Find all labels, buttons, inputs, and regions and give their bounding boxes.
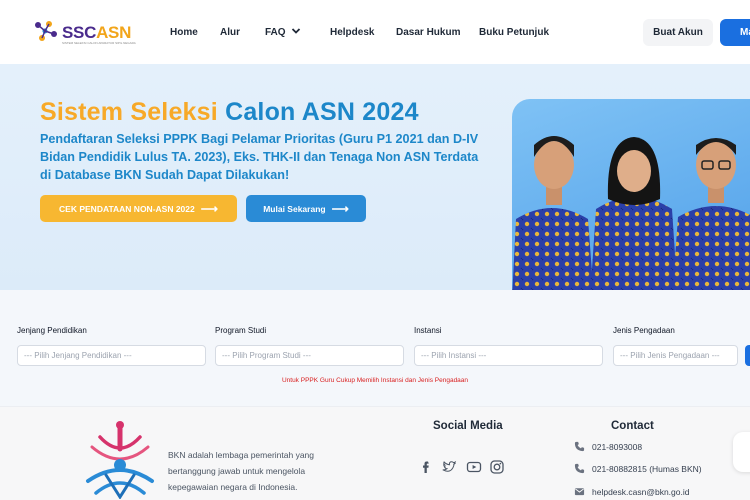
filter-note: Untuk PPPK Guru Cukup Memilih Instansi d… xyxy=(281,377,469,384)
nav-home[interactable]: Home xyxy=(170,27,198,38)
contact-phone-2[interactable]: 021-80882815 (Humas BKN) xyxy=(592,464,702,474)
hero-photo xyxy=(512,99,750,290)
sscasn-logo-icon xyxy=(35,21,57,41)
phone-icon xyxy=(574,441,585,452)
youtube-icon[interactable] xyxy=(466,459,482,475)
masuk-button[interactable]: Ma xyxy=(720,19,750,46)
prodi-select[interactable]: --- Pilih Program Studi --- xyxy=(215,345,404,366)
floating-side-card[interactable] xyxy=(733,432,750,472)
search-button[interactable] xyxy=(745,345,750,366)
nav-alur[interactable]: Alur xyxy=(220,27,240,38)
pengadaan-select[interactable]: --- Pilih Jenis Pengadaan --- xyxy=(613,345,738,366)
instansi-select[interactable]: --- Pilih Instansi --- xyxy=(414,345,603,366)
buat-akun-button[interactable]: Buat Akun xyxy=(643,19,713,46)
instagram-icon[interactable] xyxy=(489,459,505,475)
nav-faq[interactable]: FAQ xyxy=(265,27,286,38)
twitter-icon[interactable] xyxy=(441,459,457,475)
contact-heading: Contact xyxy=(611,420,654,432)
arrow-right-icon: ⟶ xyxy=(331,201,349,216)
cek-pendataan-label: CEK PENDATAAN NON-ASN 2022 xyxy=(59,203,195,214)
navbar: SSCASN SISTEM SELEKSI CALON APARATUR SIP… xyxy=(0,0,750,64)
facebook-icon[interactable] xyxy=(418,459,434,475)
hero-description: Pendaftaran Seleksi PPPK Bagi Pelamar Pr… xyxy=(40,132,479,182)
social-media-heading: Social Media xyxy=(433,420,503,432)
mail-icon xyxy=(574,488,585,496)
nav-dasar-hukum[interactable]: Dasar Hukum xyxy=(396,27,460,38)
mulai-sekarang-label: Mulai Sekarang xyxy=(263,203,326,214)
hero-title: Sistem Seleksi Calon ASN 2024 xyxy=(40,98,419,126)
asn-people-illustration xyxy=(512,136,750,290)
chevron-down-icon[interactable] xyxy=(291,26,301,36)
nav-helpdesk[interactable]: Helpdesk xyxy=(330,27,374,38)
phone-icon xyxy=(574,463,585,474)
jenjang-select[interactable]: --- Pilih Jenjang Pendidikan --- xyxy=(17,345,206,366)
instansi-label: Instansi xyxy=(414,326,442,335)
brand-tagline: SISTEM SELEKSI CALON APARATUR SIPIL NEGA… xyxy=(62,41,136,45)
prodi-label: Program Studi xyxy=(215,326,267,335)
hero-section: Sistem Seleksi Calon ASN 2024 Pendaftara… xyxy=(0,64,750,290)
jenjang-label: Jenjang Pendidikan xyxy=(17,326,87,335)
cek-pendataan-button[interactable]: CEK PENDATAAN NON-ASN 2022 ⟶ xyxy=(40,195,237,222)
contact-phone-1[interactable]: 021-8093008 xyxy=(592,442,642,452)
arrow-right-icon: ⟶ xyxy=(200,201,218,216)
bkn-logo xyxy=(86,421,154,499)
contact-email[interactable]: helpdesk.casn@bkn.go.id xyxy=(592,487,689,497)
brand-name: SSCASN xyxy=(62,23,132,42)
sscasn-logo[interactable]: SSCASN SISTEM SELEKSI CALON APARATUR SIP… xyxy=(30,16,136,50)
filter-section: Jenjang Pendidikan --- Pilih Jenjang Pen… xyxy=(0,290,750,406)
pengadaan-label: Jenis Pengadaan xyxy=(613,326,675,335)
footer: BKN adalah lembaga pemerintah yang berta… xyxy=(0,406,750,500)
mulai-sekarang-button[interactable]: Mulai Sekarang ⟶ xyxy=(246,195,366,222)
footer-about: BKN adalah lembaga pemerintah yang berta… xyxy=(168,450,315,492)
nav-buku-petunjuk[interactable]: Buku Petunjuk xyxy=(479,27,549,38)
